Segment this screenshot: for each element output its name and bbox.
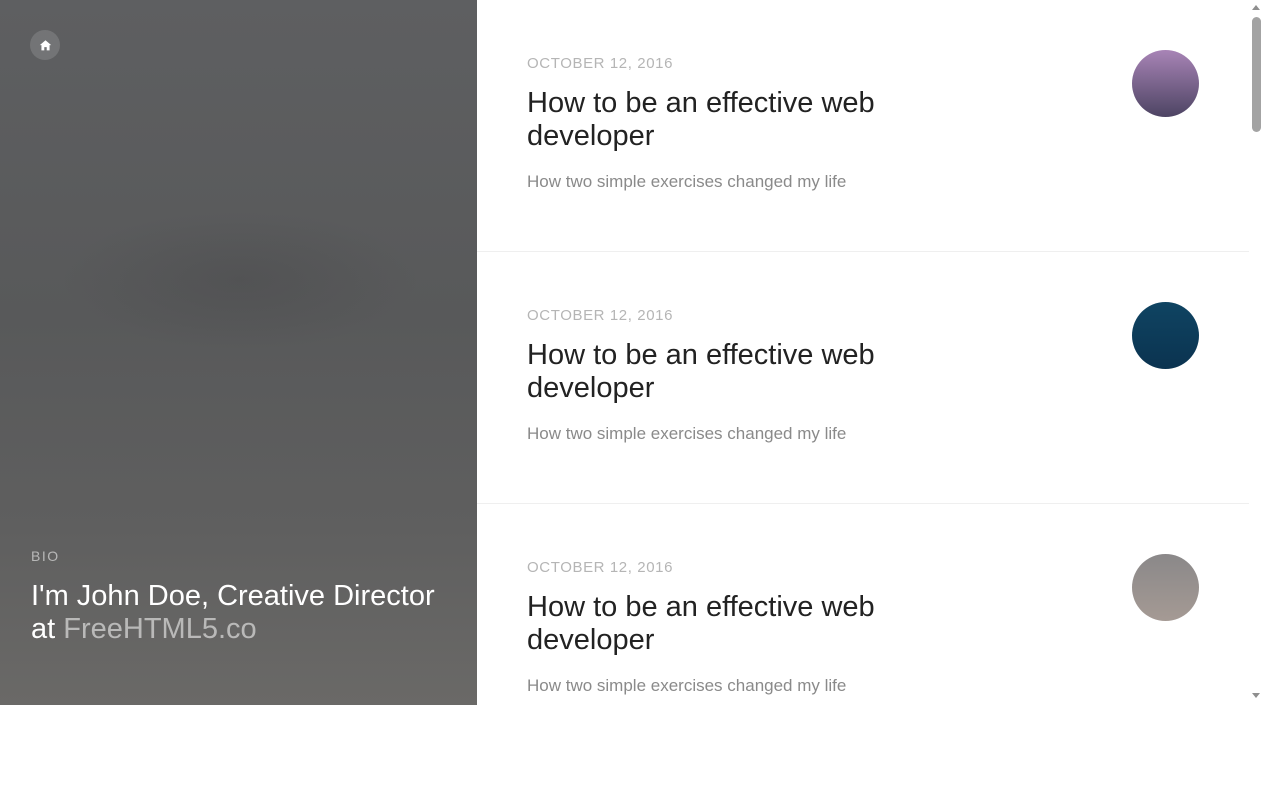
- bio-label: BIO: [31, 548, 60, 564]
- vertical-scrollbar[interactable]: [1249, 0, 1264, 705]
- bio-company-link[interactable]: FreeHTML5.co: [63, 613, 256, 645]
- bio-text: I'm John Doe, Creative Director at FreeH…: [31, 580, 451, 646]
- scrollbar-thumb[interactable]: [1252, 17, 1261, 132]
- home-icon: [39, 39, 52, 52]
- post-thumbnail[interactable]: [1132, 50, 1199, 117]
- post-thumbnail[interactable]: [1132, 302, 1199, 369]
- post-date: OCTOBER 12, 2016: [527, 307, 674, 324]
- post-subtitle: How two simple exercises changed my life: [527, 676, 847, 695]
- home-button[interactable]: [30, 30, 60, 60]
- post-thumbnail[interactable]: [1132, 554, 1199, 621]
- page-viewport: BIO I'm John Doe, Creative Director at F…: [0, 0, 1264, 705]
- post-item[interactable]: OCTOBER 12, 2016 How to be an effective …: [477, 252, 1249, 504]
- post-subtitle: How two simple exercises changed my life: [527, 172, 847, 191]
- post-item[interactable]: OCTOBER 12, 2016 How to be an effective …: [477, 504, 1249, 705]
- post-title[interactable]: How to be an effective web developer: [527, 591, 967, 657]
- hero-panel: BIO I'm John Doe, Creative Director at F…: [0, 0, 477, 705]
- post-list: OCTOBER 12, 2016 How to be an effective …: [477, 0, 1249, 705]
- post-date: OCTOBER 12, 2016: [527, 559, 674, 576]
- post-subtitle: How two simple exercises changed my life: [527, 424, 847, 443]
- post-date: OCTOBER 12, 2016: [527, 55, 674, 72]
- scroll-up-arrow-icon[interactable]: [1252, 5, 1260, 10]
- post-item[interactable]: OCTOBER 12, 2016 How to be an effective …: [477, 0, 1249, 252]
- post-title[interactable]: How to be an effective web developer: [527, 339, 967, 405]
- scroll-down-arrow-icon[interactable]: [1252, 693, 1260, 698]
- post-title[interactable]: How to be an effective web developer: [527, 87, 967, 153]
